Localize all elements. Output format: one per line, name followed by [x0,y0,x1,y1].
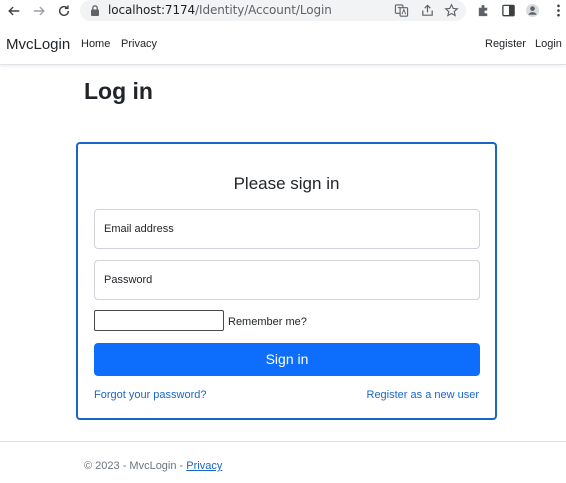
form-heading: Please sign in [233,174,340,193]
profile-avatar-icon[interactable] [525,3,540,18]
bookmark-star-icon[interactable] [444,3,459,18]
address-bar[interactable]: localhost:7174/Identity/Account/Login [80,0,466,21]
email-field-label: Email address [104,223,174,235]
footer: © 2023 - MvcLogin - Privacy [84,460,222,472]
site-navbar: MvcLogin Home Privacy Register Login [0,23,566,65]
login-form-card: Please sign in Email address Password Re… [76,142,497,420]
translate-icon[interactable] [394,3,409,18]
nav-link-register[interactable]: Register [485,38,526,50]
back-icon[interactable] [4,2,24,20]
footer-copyright: © 2023 - MvcLogin - [84,460,187,472]
more-menu-icon[interactable] [551,3,566,18]
share-icon[interactable] [420,3,435,18]
footer-privacy-link[interactable]: Privacy [186,460,222,472]
reload-icon[interactable] [54,2,74,20]
browser-toolbar: localhost:7174/Identity/Account/Login [0,0,566,23]
side-panel-icon[interactable] [501,3,516,18]
page-title: Log in [84,78,153,104]
register-new-user-link[interactable]: Register as a new user [367,389,480,401]
footer-divider [0,441,566,442]
nav-link-privacy[interactable]: Privacy [121,38,157,50]
url-path: /Identity/Account/Login [195,3,332,17]
nav-link-login[interactable]: Login [535,38,562,50]
nav-link-home[interactable]: Home [81,38,110,50]
remember-me-label[interactable]: Remember me? [228,316,307,328]
sign-in-button[interactable]: Sign in [94,343,480,376]
url-host: localhost:7174 [108,3,196,17]
password-field-label: Password [104,274,153,286]
brand-link[interactable]: MvcLogin [6,36,70,53]
password-field[interactable]: Password [94,260,480,300]
remember-me-checkbox[interactable] [94,310,224,331]
extensions-icon[interactable] [476,3,491,18]
forward-icon[interactable] [29,2,49,20]
url-text: localhost:7174/Identity/Account/Login [108,3,332,17]
lock-icon[interactable] [89,4,101,17]
email-field[interactable]: Email address [94,209,480,249]
forgot-password-link[interactable]: Forgot your password? [94,389,207,401]
